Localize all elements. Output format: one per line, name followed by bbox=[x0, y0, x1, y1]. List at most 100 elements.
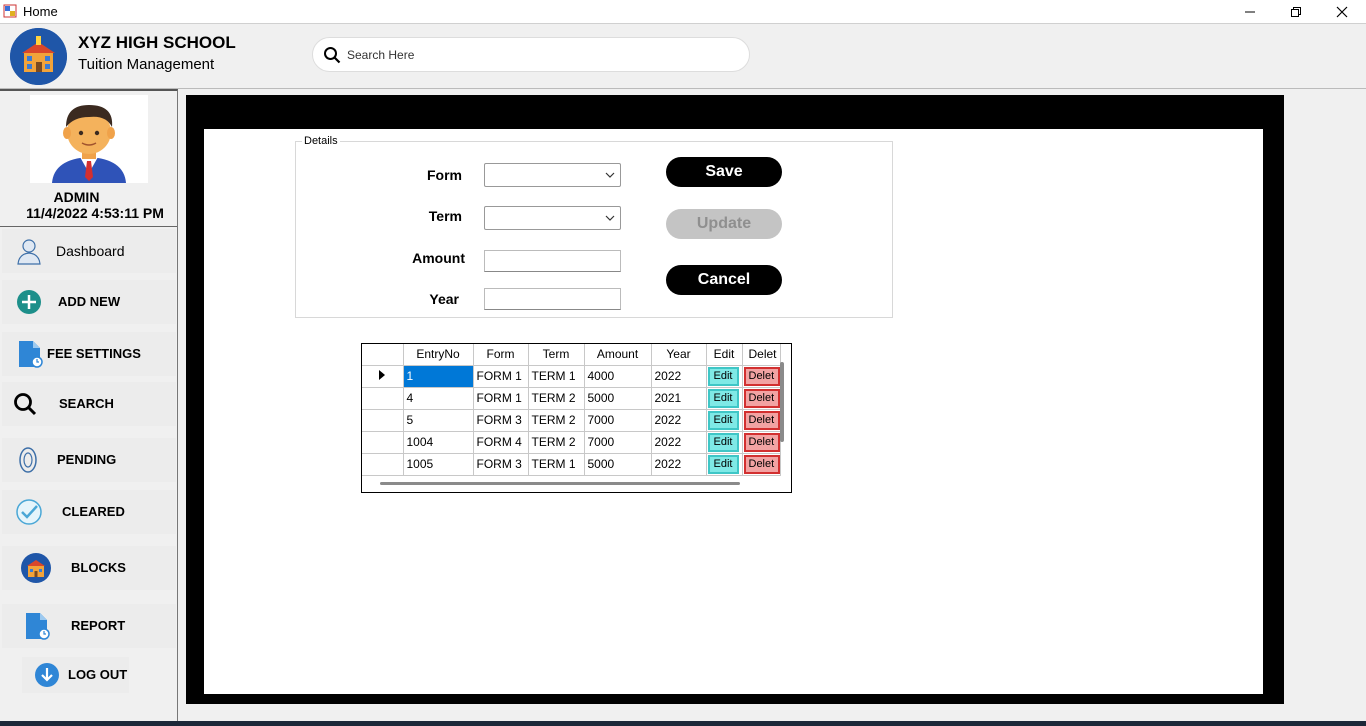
cell-amount[interactable]: 7000 bbox=[584, 409, 652, 432]
row-header[interactable] bbox=[362, 409, 404, 432]
form-label: Form bbox=[427, 167, 462, 183]
row-header[interactable] bbox=[362, 453, 404, 476]
cell-term[interactable]: TERM 1 bbox=[528, 365, 585, 388]
cell-amount[interactable]: 5000 bbox=[584, 387, 652, 410]
edit-button[interactable]: Edit bbox=[707, 410, 739, 430]
term-label: Term bbox=[428, 208, 462, 224]
delete-button[interactable]: Delet bbox=[743, 388, 779, 408]
edit-button[interactable]: Edit bbox=[707, 366, 739, 386]
cell-form[interactable]: FORM 1 bbox=[473, 387, 529, 410]
app-header: XYZ HIGH SCHOOL Tuition Management bbox=[0, 23, 1366, 89]
window-title: Home bbox=[23, 4, 58, 19]
fee-data-grid: EntryNo Form Term Amount Year Edit Delet… bbox=[361, 343, 792, 493]
cell-form[interactable]: FORM 1 bbox=[473, 365, 529, 388]
minimize-button[interactable] bbox=[1227, 0, 1273, 23]
search-box[interactable] bbox=[312, 37, 750, 72]
details-legend: Details bbox=[302, 135, 340, 147]
delete-button[interactable]: Delet bbox=[743, 410, 779, 430]
cell-year[interactable]: 2022 bbox=[651, 409, 707, 432]
close-button[interactable] bbox=[1319, 0, 1365, 23]
term-combobox[interactable] bbox=[484, 206, 621, 230]
cell-amount[interactable]: 7000 bbox=[584, 431, 652, 454]
delete-button[interactable]: Delet bbox=[743, 366, 779, 386]
cell-year[interactable]: 2022 bbox=[651, 453, 707, 476]
cell-term[interactable]: TERM 1 bbox=[528, 453, 585, 476]
column-header[interactable]: Year bbox=[651, 344, 707, 366]
sidebar-label-dashboard: Dashboard bbox=[56, 243, 125, 259]
title-bar: Home bbox=[0, 0, 1366, 23]
sidebar-item-report[interactable]: REPORT bbox=[2, 604, 176, 648]
edit-button[interactable]: Edit bbox=[707, 454, 739, 474]
sidebar-item-cleared[interactable]: CLEARED bbox=[2, 490, 176, 534]
delete-button[interactable]: Delet bbox=[743, 454, 779, 474]
cell-delete: Delet bbox=[742, 431, 781, 454]
cell-year[interactable]: 2021 bbox=[651, 387, 707, 410]
cell-entry-no[interactable]: 1 bbox=[403, 365, 474, 388]
download-circle-icon bbox=[35, 663, 59, 687]
cell-term[interactable]: TERM 2 bbox=[528, 387, 585, 410]
sidebar-item-log-out[interactable]: LOG OUT bbox=[22, 657, 129, 693]
grid-horizontal-scrollbar[interactable] bbox=[380, 482, 740, 485]
sidebar-item-search[interactable]: SEARCH bbox=[2, 382, 176, 426]
plus-circle-icon bbox=[17, 290, 41, 314]
edit-button[interactable]: Edit bbox=[707, 388, 739, 408]
user-avatar-icon bbox=[52, 105, 126, 183]
edit-button[interactable]: Edit bbox=[707, 432, 739, 452]
cell-form[interactable]: FORM 4 bbox=[473, 431, 529, 454]
cell-entry-no[interactable]: 1004 bbox=[403, 431, 474, 454]
cell-delete: Delet bbox=[742, 387, 781, 410]
sidebar-item-blocks[interactable]: BLOCKS bbox=[2, 546, 176, 590]
cell-entry-no[interactable]: 4 bbox=[403, 387, 474, 410]
table-row[interactable]: 5 FORM 3 TERM 2 7000 2022 Edit Delet bbox=[362, 409, 781, 432]
column-header[interactable]: Delet bbox=[742, 344, 781, 366]
grid-corner-header bbox=[362, 344, 404, 366]
search-input[interactable] bbox=[347, 46, 737, 64]
cell-entry-no[interactable]: 1005 bbox=[403, 453, 474, 476]
table-row[interactable]: 1004 FORM 4 TERM 2 7000 2022 Edit Delet bbox=[362, 431, 781, 454]
column-header[interactable]: Form bbox=[473, 344, 529, 366]
update-button[interactable]: Update bbox=[666, 209, 782, 239]
year-field[interactable] bbox=[484, 288, 621, 310]
row-header[interactable] bbox=[362, 387, 404, 410]
sidebar-item-add-new[interactable]: ADD NEW bbox=[2, 280, 176, 324]
column-header[interactable]: Amount bbox=[584, 344, 652, 366]
sidebar-label-search: SEARCH bbox=[59, 396, 114, 411]
sidebar-item-dashboard[interactable]: Dashboard bbox=[2, 229, 176, 273]
row-header[interactable] bbox=[362, 365, 404, 388]
cell-delete: Delet bbox=[742, 409, 781, 432]
admin-name: ADMIN bbox=[53, 189, 100, 205]
profile-panel: ADMIN 11/4/2022 4:53:11 PM bbox=[0, 91, 177, 227]
document-clock-icon bbox=[26, 613, 50, 640]
cell-entry-no[interactable]: 5 bbox=[403, 409, 474, 432]
close-icon bbox=[1336, 6, 1348, 17]
cell-amount[interactable]: 5000 bbox=[584, 453, 652, 476]
cell-year[interactable]: 2022 bbox=[651, 431, 707, 454]
delete-button[interactable]: Delet bbox=[743, 432, 779, 452]
sidebar-item-pending[interactable]: PENDING bbox=[2, 438, 176, 482]
cell-form[interactable]: FORM 3 bbox=[473, 453, 529, 476]
column-header[interactable]: Term bbox=[528, 344, 585, 366]
cell-year[interactable]: 2022 bbox=[651, 365, 707, 388]
cell-term[interactable]: TERM 2 bbox=[528, 431, 585, 454]
table-row[interactable]: 1 FORM 1 TERM 1 4000 2022 Edit Delet bbox=[362, 365, 781, 388]
search-icon bbox=[324, 47, 341, 64]
grid-vertical-scrollbar[interactable] bbox=[780, 362, 784, 442]
restore-button[interactable] bbox=[1273, 0, 1319, 23]
chevron-down-icon bbox=[605, 215, 615, 221]
form-combobox[interactable] bbox=[484, 163, 621, 187]
cell-amount[interactable]: 4000 bbox=[584, 365, 652, 388]
table-row[interactable]: 4 FORM 1 TERM 2 5000 2021 Edit Delet bbox=[362, 387, 781, 410]
cancel-button[interactable]: Cancel bbox=[666, 265, 782, 295]
table-row[interactable]: 1005 FORM 3 TERM 1 5000 2022 Edit Delet bbox=[362, 453, 781, 476]
cell-term[interactable]: TERM 2 bbox=[528, 409, 585, 432]
row-header[interactable] bbox=[362, 431, 404, 454]
column-header[interactable]: EntryNo bbox=[403, 344, 474, 366]
sidebar-item-fee-settings[interactable]: FEE SETTINGS bbox=[2, 332, 176, 376]
column-header[interactable]: Edit bbox=[706, 344, 743, 366]
save-button[interactable]: Save bbox=[666, 157, 782, 187]
cell-form[interactable]: FORM 3 bbox=[473, 409, 529, 432]
cell-delete: Delet bbox=[742, 365, 781, 388]
amount-field[interactable] bbox=[484, 250, 621, 272]
check-circle-icon bbox=[16, 499, 42, 525]
chevron-down-icon bbox=[605, 172, 615, 178]
